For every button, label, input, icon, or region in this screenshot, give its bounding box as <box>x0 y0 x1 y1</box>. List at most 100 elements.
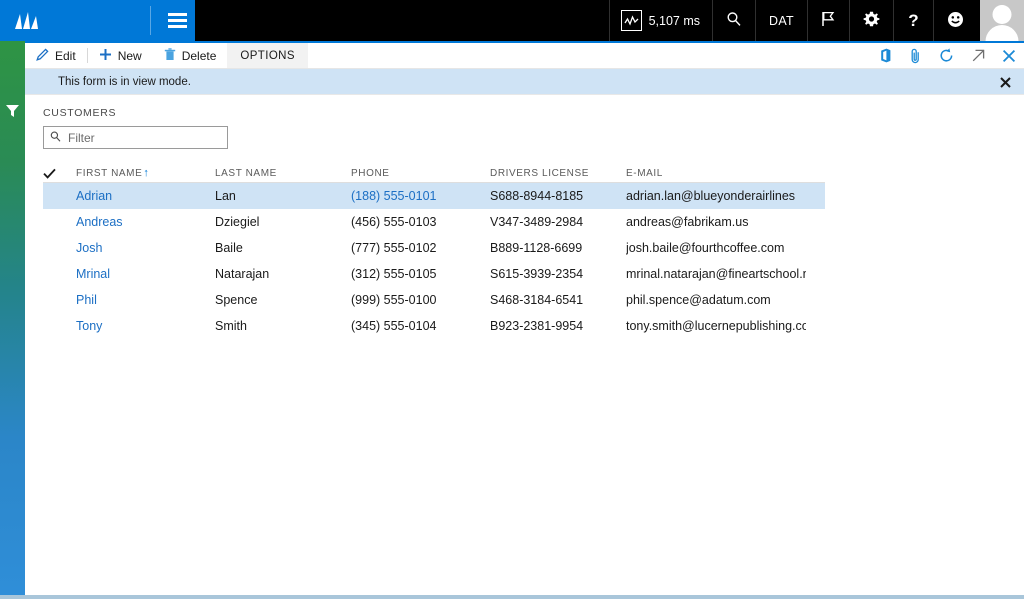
filter-field[interactable] <box>43 126 228 149</box>
top-navigation-bar: 5,107 ms DAT ? <box>0 0 1024 41</box>
dynamics-logo-icon[interactable] <box>6 0 50 41</box>
action-bar-spacer <box>308 43 869 68</box>
cell-first-name[interactable]: Tony <box>76 319 215 333</box>
close-icon[interactable] <box>993 43 1024 69</box>
funnel-filter-icon[interactable] <box>0 99 25 123</box>
left-navigation-rail <box>0 41 25 592</box>
settings-button[interactable] <box>849 0 893 41</box>
topbar-actions: 5,107 ms DAT ? <box>608 0 1024 41</box>
search-icon <box>726 11 742 30</box>
rail-bottom-cap <box>0 592 25 595</box>
office-app-icon[interactable] <box>869 43 900 69</box>
column-header-first-name-label: FIRST NAME <box>76 168 143 179</box>
refresh-icon[interactable] <box>931 43 962 69</box>
content-pane: Edit New Delete OPTIONS This form is in … <box>25 41 1024 592</box>
search-icon <box>50 129 61 147</box>
table-row[interactable]: Tony Smith (345) 555-0104 B923-2381-9954… <box>43 313 825 339</box>
cell-drivers-license: S468-3184-6541 <box>490 293 584 307</box>
cell-drivers-license: S615-3939-2354 <box>490 267 584 281</box>
new-label: New <box>117 48 142 63</box>
cell-email: josh.baile@fourthcoffee.com <box>626 241 785 255</box>
cell-phone: (777) 555-0102 <box>351 241 437 255</box>
info-message-text: This form is in view mode. <box>58 75 191 88</box>
cell-first-name[interactable]: Andreas <box>76 215 215 229</box>
hamburger-menu-icon[interactable] <box>160 0 195 41</box>
trash-can-icon <box>164 47 176 64</box>
column-header-drivers-license[interactable]: DRIVERS LICENSE <box>490 168 626 179</box>
table-row[interactable]: Phil Spence (999) 555-0100 S468-3184-654… <box>43 287 825 313</box>
action-bar: Edit New Delete OPTIONS <box>25 43 1024 69</box>
attachment-paperclip-icon[interactable] <box>900 43 931 69</box>
performance-monitor-icon <box>620 10 642 31</box>
user-avatar[interactable] <box>977 0 1024 41</box>
performance-indicator[interactable]: 5,107 ms <box>608 0 712 41</box>
select-all-column-header[interactable] <box>43 168 76 179</box>
cell-last-name: Spence <box>215 293 258 307</box>
edit-label: Edit <box>55 48 76 63</box>
grid-header-row: FIRST NAME↑ LAST NAME PHONE DRIVERS LICE… <box>43 164 825 183</box>
cell-last-name: Dziegiel <box>215 215 260 229</box>
cell-phone: (345) 555-0104 <box>351 319 437 333</box>
window-bottom-border <box>0 592 1024 599</box>
cell-first-name[interactable]: Josh <box>76 241 215 255</box>
cell-drivers-license: V347-3489-2984 <box>490 215 584 229</box>
pop-out-icon[interactable] <box>962 43 993 69</box>
cell-phone[interactable]: (188) 555-0101 <box>351 189 490 203</box>
table-row[interactable]: Adrian Lan (188) 555-0101 S688-8944-8185… <box>43 183 825 209</box>
cell-phone: (456) 555-0103 <box>351 215 437 229</box>
table-row[interactable]: Mrinal Natarajan (312) 555-0105 S615-393… <box>43 261 825 287</box>
table-row[interactable]: Josh Baile (777) 555-0102 B889-1128-6699… <box>43 235 825 261</box>
sort-ascending-icon: ↑ <box>143 167 150 179</box>
grid-viewport: FIRST NAME↑ LAST NAME PHONE DRIVERS LICE… <box>43 164 825 339</box>
column-header-first-name[interactable]: FIRST NAME↑ <box>76 167 215 179</box>
cell-email: andreas@fabrikam.us <box>626 215 749 229</box>
cell-phone: (999) 555-0100 <box>351 293 437 307</box>
cell-last-name: Lan <box>215 189 236 203</box>
flag-icon <box>821 11 836 30</box>
info-bar-close-icon[interactable] <box>995 69 1015 95</box>
plus-icon <box>99 48 112 64</box>
cell-last-name: Natarajan <box>215 267 270 281</box>
avatar-head <box>992 5 1012 24</box>
table-row[interactable]: Andreas Dziegiel (456) 555-0103 V347-348… <box>43 209 825 235</box>
cell-first-name[interactable]: Mrinal <box>76 267 215 281</box>
pencil-icon <box>36 47 49 64</box>
cell-phone: (312) 555-0105 <box>351 267 437 281</box>
performance-value: 5,107 ms <box>648 13 701 28</box>
question-mark-icon: ? <box>908 11 919 30</box>
cell-drivers-license: S688-8944-8185 <box>490 189 584 203</box>
flag-button[interactable] <box>807 0 849 41</box>
new-button[interactable]: New <box>88 43 153 68</box>
cell-email: tony.smith@lucernepublishing.cor <box>626 319 806 333</box>
column-header-last-name[interactable]: LAST NAME <box>215 168 351 179</box>
feedback-button[interactable] <box>933 0 977 41</box>
form-body: CUSTOMERS Filter FIRST NAME↑ LAST NAME P… <box>25 107 1024 339</box>
page-title: CUSTOMERS <box>43 107 117 119</box>
application-window: 5,107 ms DAT ? Edit New Delete OPTIONS T… <box>0 0 1024 599</box>
avatar-body <box>985 25 1019 41</box>
cell-drivers-license: B889-1128-6699 <box>490 241 583 255</box>
cell-drivers-license: B923-2381-9954 <box>490 319 584 333</box>
column-header-phone[interactable]: PHONE <box>351 168 490 179</box>
filter-input[interactable] <box>68 130 223 145</box>
company-selector[interactable]: DAT <box>755 0 807 41</box>
cell-email: mrinal.natarajan@fineartschool.ne <box>626 267 806 281</box>
search-button[interactable] <box>712 0 755 41</box>
brand-divider <box>150 6 151 35</box>
cell-email: phil.spence@adatum.com <box>626 293 771 307</box>
brand-zone <box>0 0 195 41</box>
help-button[interactable]: ? <box>893 0 933 41</box>
column-header-email[interactable]: E-MAIL <box>626 168 806 179</box>
delete-button[interactable]: Delete <box>153 43 228 68</box>
cell-first-name[interactable]: Adrian <box>76 189 215 203</box>
smiley-face-icon <box>947 11 964 31</box>
cell-last-name: Baile <box>215 241 243 255</box>
edit-button[interactable]: Edit <box>25 43 87 68</box>
gear-icon <box>863 11 880 31</box>
cell-last-name: Smith <box>215 319 247 333</box>
cell-first-name[interactable]: Phil <box>76 293 215 307</box>
info-message-bar: This form is in view mode. <box>25 69 1024 95</box>
delete-label: Delete <box>181 48 217 63</box>
tab-options[interactable]: OPTIONS <box>227 43 308 68</box>
